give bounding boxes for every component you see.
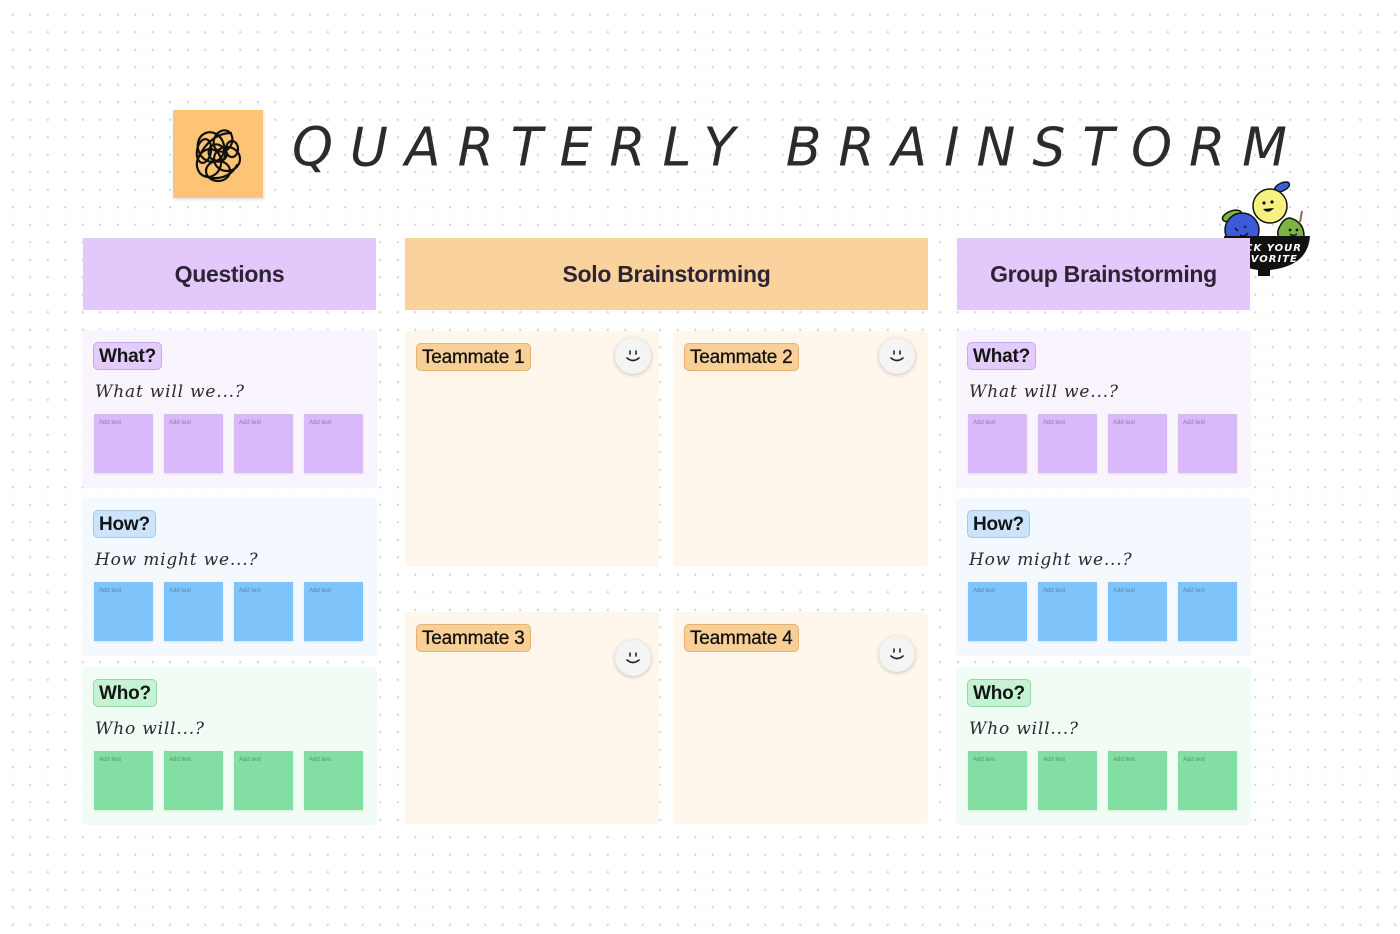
sticky-note[interactable]: Add text bbox=[164, 414, 223, 473]
column-header-questions[interactable]: Questions bbox=[83, 238, 376, 310]
question-prompt: What will we...? bbox=[95, 382, 245, 402]
smiley-icon[interactable] bbox=[615, 640, 651, 676]
sticky-note[interactable]: Add text bbox=[94, 582, 153, 641]
question-prompt: Who will...? bbox=[969, 719, 1079, 739]
sticky-note[interactable]: Add text bbox=[234, 751, 293, 810]
question-prompt: Who will...? bbox=[95, 719, 205, 739]
sticky-note[interactable]: Add text bbox=[968, 751, 1027, 810]
sticky-row: Add text Add text Add text Add text bbox=[968, 414, 1237, 473]
sticky-note[interactable]: Add text bbox=[94, 751, 153, 810]
scribble-icon bbox=[195, 129, 242, 183]
teammate-label: Teammate 4 bbox=[684, 624, 799, 652]
question-card-who[interactable]: Who? Who will...? Add text Add text Add … bbox=[82, 667, 377, 825]
question-tag: What? bbox=[967, 342, 1037, 370]
sticky-note[interactable]: Add text bbox=[234, 582, 293, 641]
sticky-note[interactable]: Add text bbox=[1178, 414, 1237, 473]
question-prompt: How might we...? bbox=[969, 550, 1133, 570]
teammate-card-4[interactable]: Teammate 4 bbox=[673, 612, 928, 824]
sticky-note[interactable]: Add text bbox=[94, 414, 153, 473]
sticky-note[interactable]: Add text bbox=[304, 582, 363, 641]
teammate-label: Teammate 3 bbox=[416, 624, 531, 652]
question-card-what[interactable]: What? What will we...? Add text Add text… bbox=[82, 330, 377, 488]
sticky-note[interactable]: Add text bbox=[968, 582, 1027, 641]
sticky-row: Add text Add text Add text Add text bbox=[94, 582, 363, 641]
group-card-how[interactable]: How? How might we...? Add text Add text … bbox=[956, 498, 1251, 656]
question-prompt: What will we...? bbox=[969, 382, 1119, 402]
sticky-row: Add text Add text Add text Add text bbox=[968, 751, 1237, 810]
sticky-note[interactable]: Add text bbox=[1108, 582, 1167, 641]
sticky-note[interactable]: Add text bbox=[304, 414, 363, 473]
column-header-solo-brainstorming[interactable]: Solo Brainstorming bbox=[405, 238, 928, 310]
question-tag: How? bbox=[967, 510, 1030, 538]
sticky-note[interactable]: Add text bbox=[164, 582, 223, 641]
sticky-note[interactable]: Add text bbox=[304, 751, 363, 810]
sticky-row: Add text Add text Add text Add text bbox=[94, 414, 363, 473]
sticky-note[interactable]: Add text bbox=[1178, 582, 1237, 641]
question-card-how[interactable]: How? How might we...? Add text Add text … bbox=[82, 498, 377, 656]
sticky-note[interactable]: Add text bbox=[1038, 751, 1097, 810]
board-logo bbox=[173, 110, 263, 198]
teammate-card-1[interactable]: Teammate 1 bbox=[405, 331, 659, 567]
sticky-row: Add text Add text Add text Add text bbox=[968, 582, 1237, 641]
sticky-row: Add text Add text Add text Add text bbox=[94, 751, 363, 810]
question-tag: What? bbox=[93, 342, 163, 370]
group-card-who[interactable]: Who? Who will...? Add text Add text Add … bbox=[956, 667, 1251, 825]
question-tag: Who? bbox=[967, 679, 1031, 707]
teammate-label: Teammate 2 bbox=[684, 343, 799, 371]
sticky-note[interactable]: Add text bbox=[1178, 751, 1237, 810]
sticky-note[interactable]: Add text bbox=[1038, 414, 1097, 473]
sticky-note[interactable]: Add text bbox=[1108, 751, 1167, 810]
sticky-note[interactable]: Add text bbox=[1108, 414, 1167, 473]
column-header-group-brainstorming[interactable]: Group Brainstorming bbox=[957, 238, 1250, 310]
teammate-card-3[interactable]: Teammate 3 bbox=[405, 612, 659, 824]
group-card-what[interactable]: What? What will we...? Add text Add text… bbox=[956, 330, 1251, 488]
smiley-icon[interactable] bbox=[879, 338, 915, 374]
sticky-note[interactable]: Add text bbox=[968, 414, 1027, 473]
smiley-icon[interactable] bbox=[615, 338, 651, 374]
smiley-icon[interactable] bbox=[879, 636, 915, 672]
question-prompt: How might we...? bbox=[95, 550, 259, 570]
sticky-note[interactable]: Add text bbox=[164, 751, 223, 810]
teammate-label: Teammate 1 bbox=[416, 343, 531, 371]
question-tag: Who? bbox=[93, 679, 157, 707]
sticky-note[interactable]: Add text bbox=[1038, 582, 1097, 641]
question-tag: How? bbox=[93, 510, 156, 538]
sticky-note[interactable]: Add text bbox=[234, 414, 293, 473]
teammate-card-2[interactable]: Teammate 2 bbox=[673, 331, 928, 567]
board-title: QUARTERLY BRAINSTORM bbox=[292, 117, 1305, 179]
